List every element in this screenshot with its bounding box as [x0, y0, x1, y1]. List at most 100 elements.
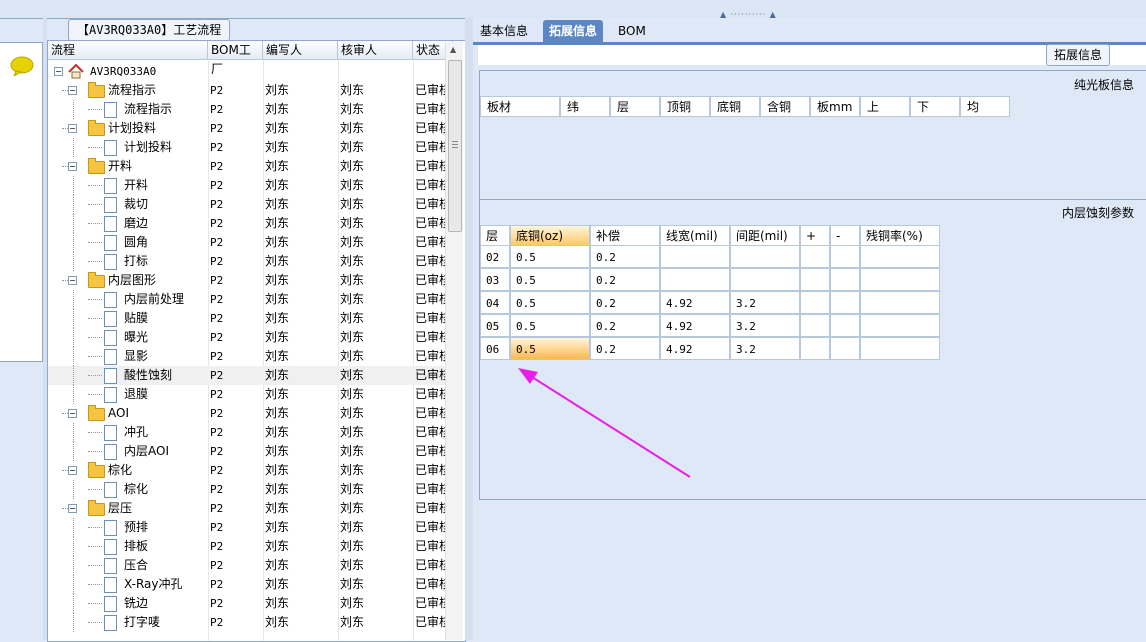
tree-step-row[interactable]: 排板 P2 刘东 刘东 已审核 [48, 537, 448, 556]
inner-etch-cell[interactable]: 4.92 [660, 314, 730, 337]
inner-etch-cell[interactable] [800, 337, 830, 360]
inner-etch-cell[interactable]: 0.2 [590, 314, 660, 337]
inner-etch-cell[interactable] [800, 291, 830, 314]
tree-step-row[interactable]: 棕化 P2 刘东 刘东 已审核 [48, 480, 448, 499]
inner-etch-cell[interactable]: 3.2 [730, 314, 800, 337]
inner-etch-cell[interactable] [830, 268, 860, 291]
light-board-col-7[interactable]: 上 [860, 96, 910, 117]
light-board-col-4[interactable]: 底铜 [710, 96, 760, 117]
tree-step-row[interactable]: 裁切 P2 刘东 刘东 已审核 [48, 195, 448, 214]
tree-step-row[interactable]: 曝光 P2 刘东 刘东 已审核 [48, 328, 448, 347]
extend-info-button[interactable]: 拓展信息 [1046, 44, 1110, 66]
inner-etch-cell[interactable] [730, 268, 800, 291]
collapse-icon[interactable]: − [68, 504, 77, 513]
inner-etch-cell[interactable]: 0.5 [510, 314, 590, 337]
light-board-col-6[interactable]: 板mm [810, 96, 860, 117]
collapse-icon[interactable]: − [68, 162, 77, 171]
inner-etch-cell[interactable]: 0.2 [590, 268, 660, 291]
collapse-icon[interactable]: − [68, 466, 77, 475]
tree-folder-row[interactable]: − 内层图形 P2 刘东 刘东 已审核 [48, 271, 448, 290]
tree-step-row[interactable]: 内层AOI P2 刘东 刘东 已审核 [48, 442, 448, 461]
tree-step-row[interactable]: 压合 P2 刘东 刘东 已审核 [48, 556, 448, 575]
scrollbar-thumb[interactable] [448, 60, 462, 232]
tree-folder-row[interactable]: − 棕化 P2 刘东 刘东 已审核 [48, 461, 448, 480]
tree-folder-row[interactable]: − 开料 P2 刘东 刘东 已审核 [48, 157, 448, 176]
light-board-col-8[interactable]: 下 [910, 96, 960, 117]
light-board-col-9[interactable]: 均 [960, 96, 1010, 117]
tree-step-row[interactable]: 退膜 P2 刘东 刘东 已审核 [48, 385, 448, 404]
tab-bom[interactable]: BOM [612, 20, 652, 42]
inner-etch-cell[interactable]: 0.5 [510, 245, 590, 268]
inner-etch-cell[interactable]: 0.2 [590, 245, 660, 268]
inner-etch-col-6[interactable]: - [830, 225, 860, 246]
inner-etch-col-4[interactable]: 间距(mil) [730, 225, 800, 246]
inner-etch-cell[interactable] [860, 314, 940, 337]
inner-etch-cell[interactable] [660, 245, 730, 268]
tree-step-row[interactable]: 计划投料 P2 刘东 刘东 已审核 [48, 138, 448, 157]
collapse-icon[interactable]: − [68, 409, 77, 418]
inner-etch-cell[interactable]: 3.2 [730, 291, 800, 314]
tree-step-row[interactable]: 流程指示 P2 刘东 刘东 已审核 [48, 100, 448, 119]
light-board-col-0[interactable]: 板材 [480, 96, 560, 117]
tree-step-row[interactable]: 磨边 P2 刘东 刘东 已审核 [48, 214, 448, 233]
tree-step-row[interactable]: 冲孔 P2 刘东 刘东 已审核 [48, 423, 448, 442]
collapse-icon[interactable]: − [68, 124, 77, 133]
tree-folder-row[interactable]: − 层压 P2 刘东 刘东 已审核 [48, 499, 448, 518]
collapse-icon[interactable]: − [68, 86, 77, 95]
tree-col-header-1[interactable]: BOM工厂 [208, 41, 263, 76]
inner-etch-cell[interactable]: 3.2 [730, 337, 800, 360]
inner-etch-cell[interactable] [830, 291, 860, 314]
inner-etch-cell[interactable] [830, 245, 860, 268]
inner-etch-col-5[interactable]: + [800, 225, 830, 246]
tree-step-row[interactable]: 打字唛 P2 刘东 刘东 已审核 [48, 613, 448, 632]
light-board-col-3[interactable]: 顶铜 [660, 96, 710, 117]
tree-col-header-3[interactable]: 核审人 [338, 41, 413, 60]
inner-etch-cell[interactable] [860, 245, 940, 268]
inner-etch-cell[interactable]: 0.2 [590, 291, 660, 314]
inner-etch-col-3[interactable]: 线宽(mil) [660, 225, 730, 246]
light-board-col-1[interactable]: 纬 [560, 96, 610, 117]
inner-etch-cell[interactable]: 0.5 [510, 291, 590, 314]
inner-etch-cell[interactable] [800, 314, 830, 337]
tree-step-row[interactable]: 铣边 P2 刘东 刘东 已审核 [48, 594, 448, 613]
inner-etch-cell[interactable] [660, 268, 730, 291]
tree-root-row[interactable]: − AV3RQ033A0 [48, 62, 448, 81]
inner-etch-col-0[interactable]: 层 [480, 225, 510, 246]
inner-etch-col-1[interactable]: 底铜(oz) [510, 225, 590, 246]
tree-folder-row[interactable]: − 计划投料 P2 刘东 刘东 已审核 [48, 119, 448, 138]
tree-col-header-2[interactable]: 编写人 [263, 41, 338, 60]
inner-etch-cell[interactable]: 0.5 [510, 337, 590, 360]
tree-step-row[interactable]: X-Ray冲孔 P2 刘东 刘东 已审核 [48, 575, 448, 594]
inner-etch-cell[interactable]: 0.5 [510, 268, 590, 291]
tree-step-row[interactable]: 开料 P2 刘东 刘东 已审核 [48, 176, 448, 195]
inner-etch-col-2[interactable]: 补偿 [590, 225, 660, 246]
inner-etch-cell[interactable] [860, 337, 940, 360]
tab-basic-info[interactable]: 基本信息 [474, 20, 534, 42]
tab-extend-info[interactable]: 拓展信息 [543, 20, 604, 42]
inner-etch-cell[interactable] [860, 291, 940, 314]
inner-etch-cell[interactable] [860, 268, 940, 291]
tree-step-row[interactable]: 预排 P2 刘东 刘东 已审核 [48, 518, 448, 537]
tree-step-row[interactable]: 显影 P2 刘东 刘东 已审核 [48, 347, 448, 366]
tree-step-row[interactable]: 酸性蚀刻 P2 刘东 刘东 已审核 [48, 366, 448, 385]
light-board-col-5[interactable]: 含铜 [760, 96, 810, 117]
tree-col-header-0[interactable]: 流程 [48, 41, 208, 60]
inner-etch-cell[interactable] [800, 268, 830, 291]
tree-step-row[interactable]: 内层前处理 P2 刘东 刘东 已审核 [48, 290, 448, 309]
tree-folder-row[interactable]: − 流程指示 P2 刘东 刘东 已审核 [48, 81, 448, 100]
tree-folder-row[interactable]: − AOI P2 刘东 刘东 已审核 [48, 404, 448, 423]
inner-etch-cell[interactable] [830, 314, 860, 337]
speech-bubble-icon[interactable] [10, 56, 34, 76]
middle-splitter[interactable] [465, 18, 473, 640]
inner-etch-cell[interactable] [800, 245, 830, 268]
tree-step-row[interactable]: 贴膜 P2 刘东 刘东 已审核 [48, 309, 448, 328]
collapse-icon[interactable]: − [54, 67, 63, 76]
inner-etch-cell[interactable] [730, 245, 800, 268]
tree-step-row[interactable]: 圆角 P2 刘东 刘东 已审核 [48, 233, 448, 252]
inner-etch-cell[interactable]: 4.92 [660, 337, 730, 360]
tree-step-row[interactable]: 打标 P2 刘东 刘东 已审核 [48, 252, 448, 271]
light-board-col-2[interactable]: 层 [610, 96, 660, 117]
inner-etch-cell[interactable] [830, 337, 860, 360]
scroll-up-arrow-icon[interactable]: ▲ [450, 45, 456, 54]
collapse-icon[interactable]: − [68, 276, 77, 285]
